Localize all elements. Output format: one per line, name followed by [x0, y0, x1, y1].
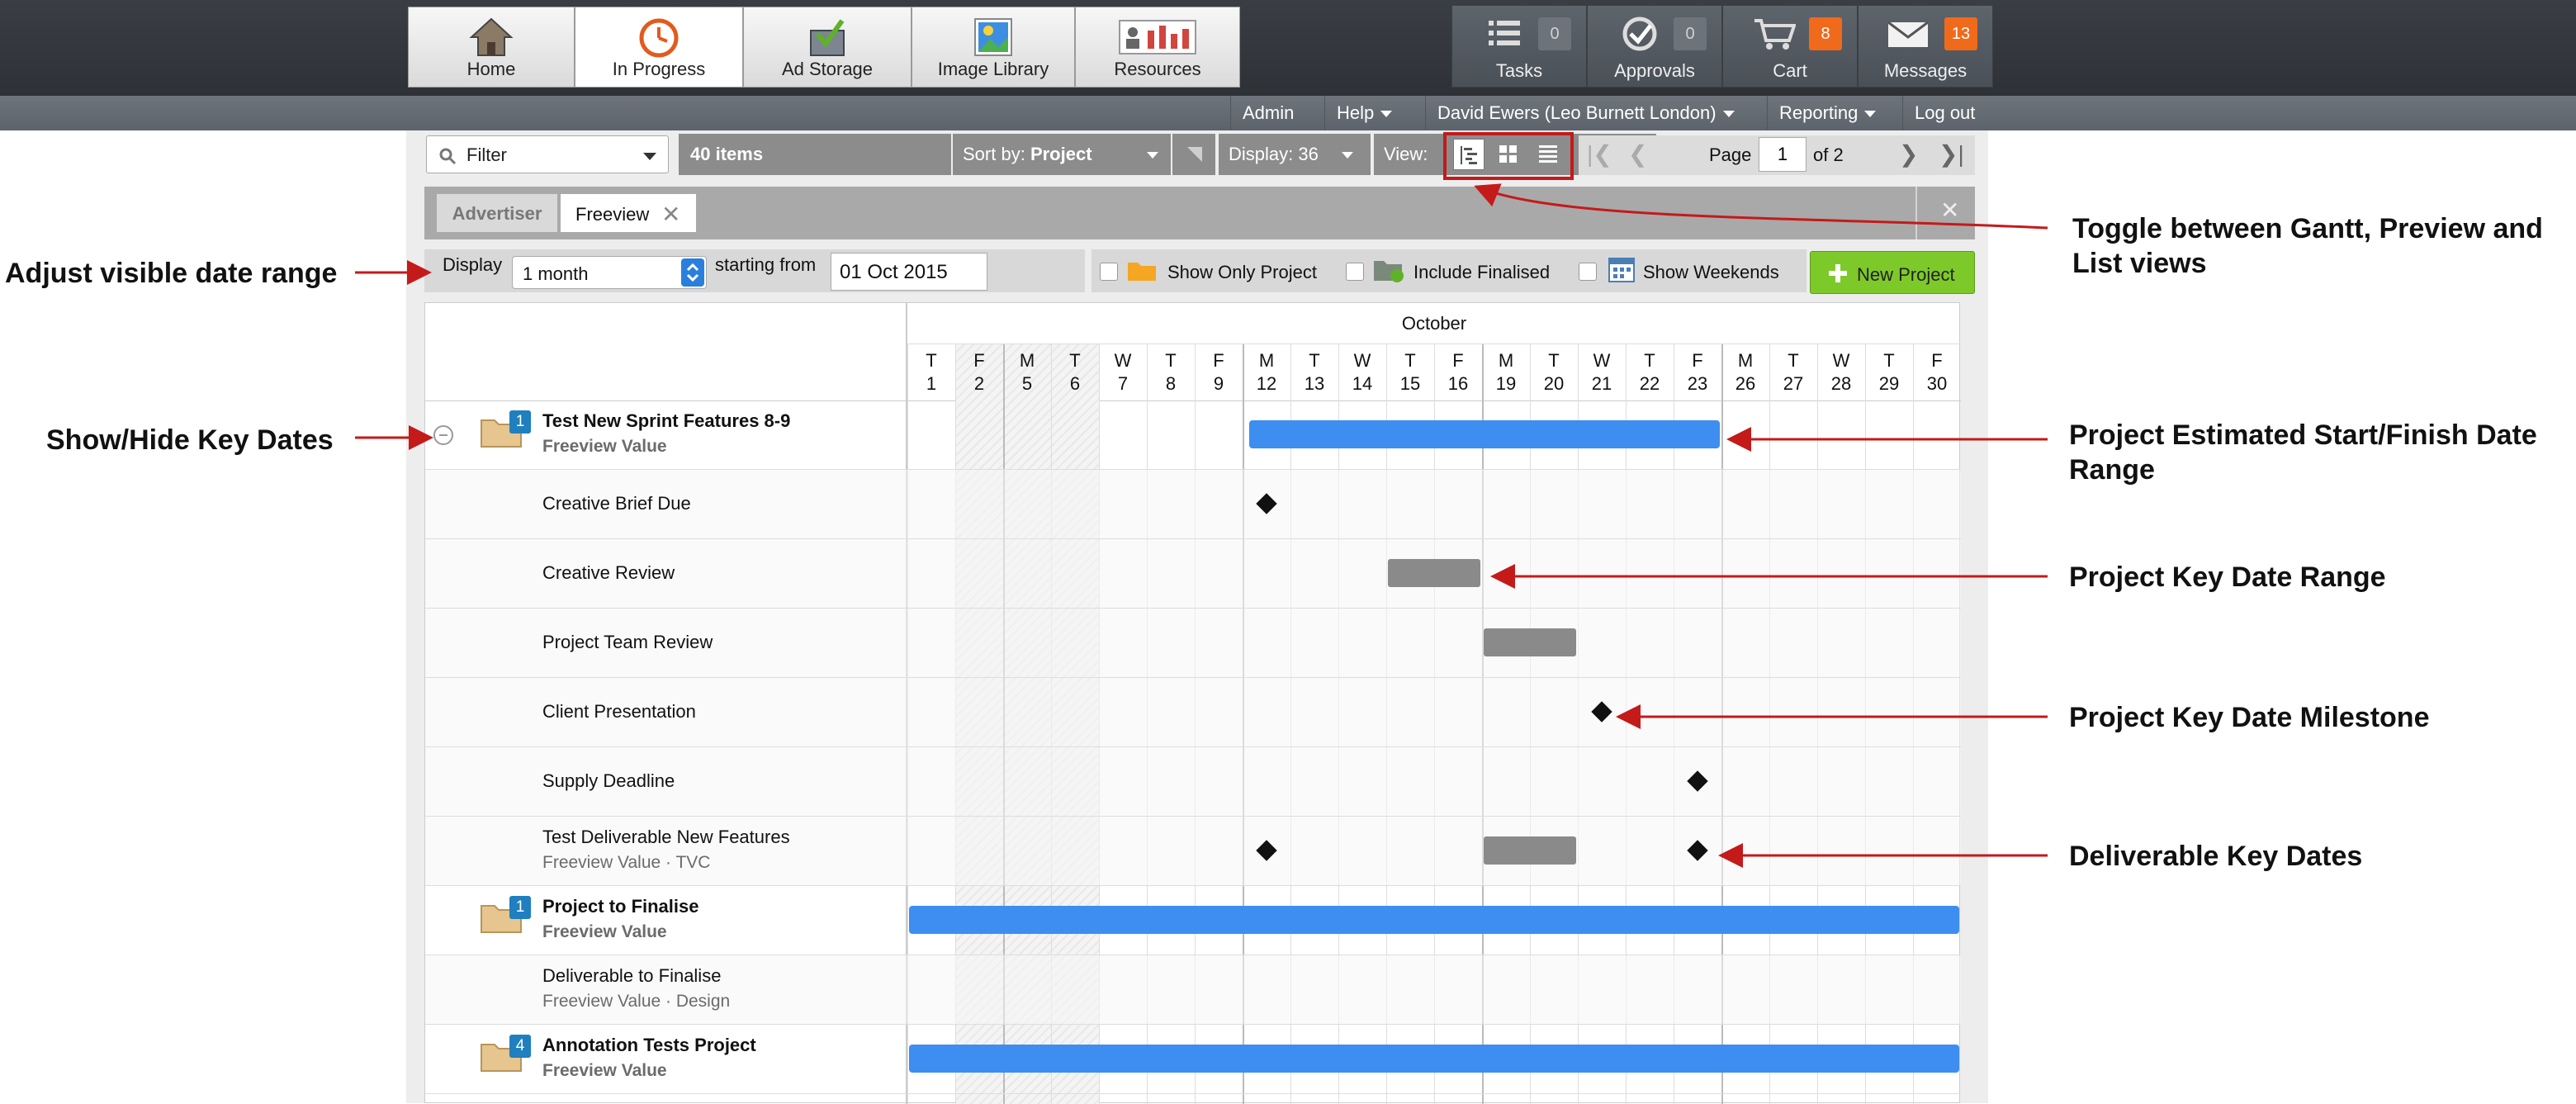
annotation-arrows — [355, 183, 2048, 868]
